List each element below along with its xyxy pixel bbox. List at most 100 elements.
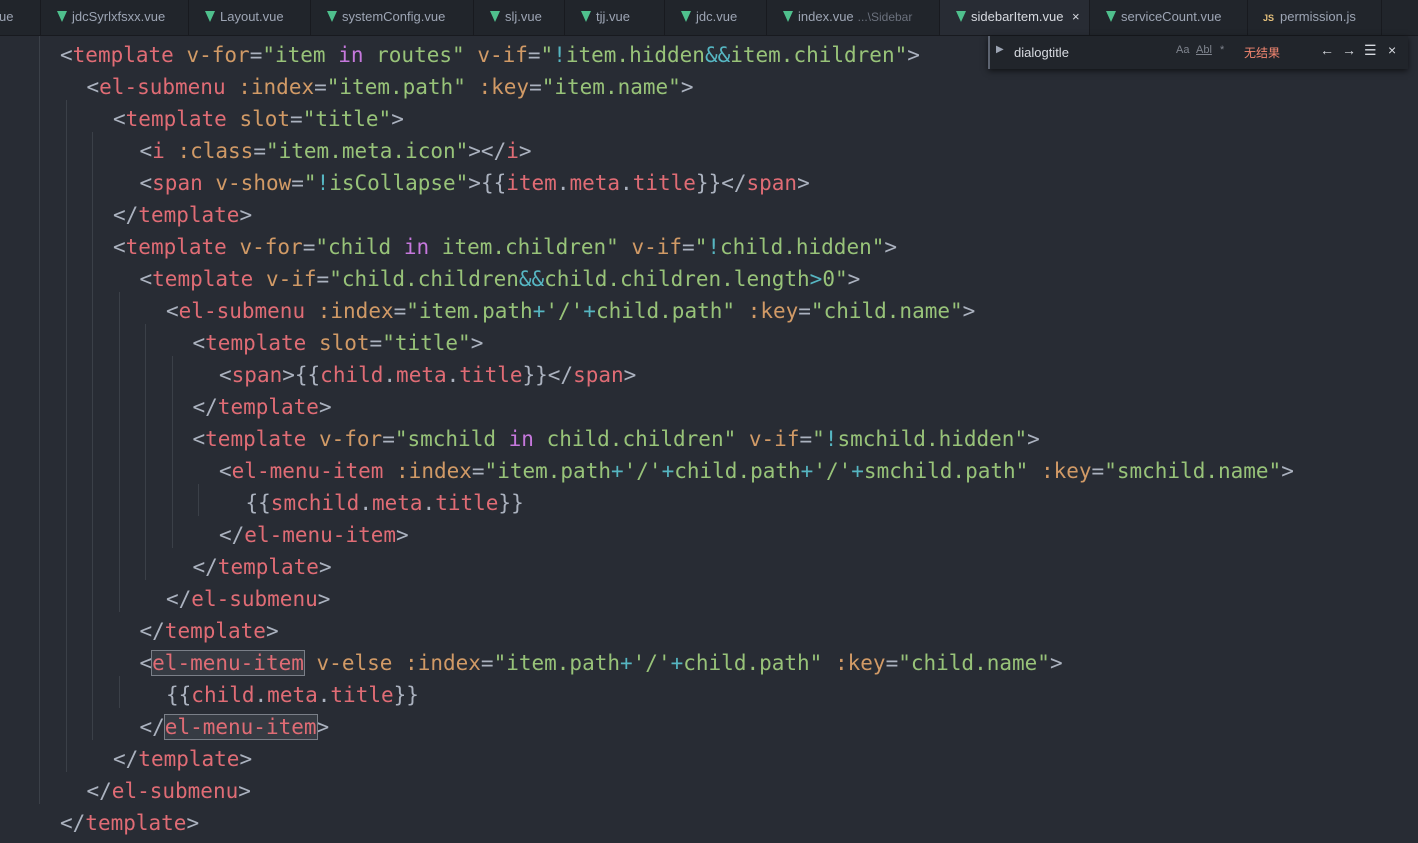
code-line[interactable]: </template> — [140, 615, 279, 647]
indent-guide — [118, 676, 120, 708]
code-token: > — [809, 267, 823, 291]
code-line[interactable]: <template slot="title"> — [193, 327, 484, 359]
code-token: :index — [405, 651, 481, 675]
code-line[interactable]: <span>{{child.meta.title}}</span> — [219, 359, 636, 391]
code-token: child — [320, 363, 384, 387]
code-line[interactable]: {{smchild.meta.title}} — [246, 487, 524, 519]
code-token: template — [152, 267, 254, 291]
code-token: >{{ — [468, 171, 507, 195]
tab-servicecount-vue[interactable]: serviceCount.vue — [1090, 0, 1248, 35]
code-line[interactable]: <template v-for="smchild in child.childr… — [193, 423, 1040, 455]
code-token: "item.path — [493, 651, 620, 675]
code-token: < — [219, 363, 232, 387]
code-token: "item.path — [406, 299, 533, 323]
code-token: child.path" — [595, 299, 736, 323]
code-token: </ — [113, 747, 139, 771]
code-token: meta — [396, 363, 447, 387]
tab-ue[interactable]: ue — [0, 0, 41, 35]
code-token: . — [359, 491, 372, 515]
code-token: = — [314, 75, 327, 99]
find-in-selection-button[interactable]: ☰ — [1364, 42, 1377, 59]
code-token: < — [113, 107, 126, 131]
code-line[interactable]: <template v-for="child in item.children"… — [113, 231, 897, 263]
code-token: > — [962, 299, 976, 323]
code-token: = — [253, 139, 266, 163]
find-input[interactable] — [1010, 42, 1248, 62]
code-token: }} — [393, 683, 419, 707]
code-line[interactable]: <el-menu-item v-else :index="item.path+'… — [140, 647, 1063, 679]
code-token: = — [529, 75, 542, 99]
code-line[interactable]: <el-menu-item :index="item.path+'/'+chil… — [219, 455, 1294, 487]
js-file-icon: JS — [1263, 13, 1275, 23]
code-line[interactable]: <template v-if="child.children&&child.ch… — [140, 263, 861, 295]
code-token: > — [317, 587, 331, 611]
next-match-button[interactable]: → — [1342, 42, 1356, 58]
indent-guide — [118, 292, 120, 612]
code-line[interactable]: </el-menu-item> — [140, 711, 330, 743]
previous-match-button[interactable]: ← — [1320, 42, 1334, 58]
code-token: }}</ — [522, 363, 574, 387]
code-token: el-submenu — [191, 587, 318, 611]
tab-label: slj.vue — [505, 9, 542, 24]
whole-word-toggle[interactable]: Abl — [1196, 44, 1212, 56]
code-line[interactable]: {{child.meta.title}} — [166, 679, 419, 711]
code-token: . — [446, 363, 460, 387]
code-token: meta — [569, 171, 621, 195]
code-token: in — [338, 43, 364, 67]
code-line[interactable]: </template> — [113, 743, 252, 775]
match-case-toggle[interactable]: Aa — [1176, 44, 1189, 56]
code-token: < — [219, 459, 232, 483]
code-line[interactable]: <template v-for="item in routes" v-if="!… — [60, 39, 920, 71]
code-line[interactable]: </template> — [113, 199, 252, 231]
code-token: v-if — [748, 427, 800, 451]
code-line[interactable]: </el-menu-item> — [219, 519, 409, 551]
code-token: template — [205, 427, 307, 451]
code-line[interactable]: <span v-show="!isCollapse">{{item.meta.t… — [140, 167, 810, 199]
regex-toggle[interactable]: * — [1220, 44, 1224, 56]
code-token: ! — [553, 43, 566, 67]
code-line[interactable]: </template> — [193, 391, 332, 423]
code-line[interactable]: <i :class="item.meta.icon"></i> — [140, 135, 532, 167]
code-line[interactable]: </template> — [60, 807, 199, 839]
code-token: " — [303, 171, 317, 195]
tab-jdc-vue[interactable]: jdc.vue — [665, 0, 767, 35]
tab-layout-vue[interactable]: Layout.vue — [189, 0, 311, 35]
code-token: > — [316, 715, 330, 739]
close-tab-icon[interactable]: × — [1072, 0, 1080, 34]
tab-systemconfig-vue[interactable]: systemConfig.vue — [311, 0, 474, 35]
code-line[interactable]: <el-submenu :index="item.path+'/'+child.… — [166, 295, 975, 327]
code-line[interactable]: </el-submenu> — [87, 775, 251, 807]
code-token: v-if — [631, 235, 683, 259]
code-editor[interactable]: <template v-for="item in routes" v-if="!… — [0, 36, 1418, 843]
tab-slj-vue[interactable]: slj.vue — [474, 0, 565, 35]
tab-sidebaritem-vue[interactable]: sidebarItem.vue × — [940, 0, 1090, 35]
indent-guide — [92, 132, 93, 740]
code-token: . — [620, 171, 633, 195]
close-find-button[interactable]: × — [1388, 42, 1396, 58]
indent-guide — [65, 100, 67, 772]
code-line[interactable]: </el-submenu> — [166, 583, 330, 615]
code-token: item — [506, 171, 557, 195]
code-token: < — [139, 267, 153, 291]
tab-tjj-vue[interactable]: tjj.vue — [565, 0, 665, 35]
code-line[interactable]: <template slot="title"> — [113, 103, 404, 135]
code-line[interactable]: <el-submenu :index="item.path" :key="ite… — [87, 71, 694, 103]
code-token: + — [610, 459, 624, 483]
code-token: = — [885, 651, 899, 675]
tab-index-vue[interactable]: index.vue ...\Sidebar — [767, 0, 940, 35]
code-token: > — [884, 235, 898, 259]
code-line[interactable]: </template> — [193, 551, 332, 583]
code-token: > — [1281, 459, 1294, 483]
code-token: = — [480, 651, 494, 675]
tab-permission-js[interactable]: JS permission.js — [1248, 0, 1382, 35]
tab-jdcsyrlxfsxx-vue[interactable]: jdcSyrlxfsxx.vue — [41, 0, 189, 35]
toggle-replace-chevron-icon[interactable]: ▶ — [996, 44, 1004, 55]
code-token: el-menu-item — [231, 459, 384, 483]
code-token: . — [556, 171, 570, 195]
